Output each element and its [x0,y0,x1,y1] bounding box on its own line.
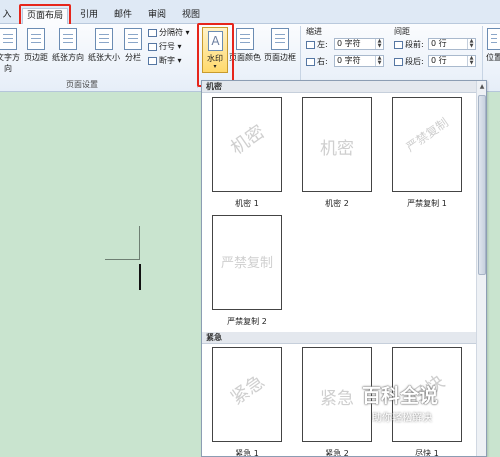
orientation-label: 纸张方向 [52,53,84,62]
spacing-after-icon [394,57,403,66]
highlight-watermark-button [197,23,234,87]
spacing-title: 间距 [394,27,410,36]
spin-arrows-icon[interactable]: ▲ ▼ [467,39,475,49]
margin-crop-mark [105,259,140,260]
indent-right-label: 右: [306,56,328,67]
group-separator [482,26,483,88]
group-label-page-setup: 页面设置 [66,80,98,89]
breaks-label: 分隔符 [159,28,183,37]
line-numbers-label: 行号 [159,42,175,51]
tab-mailings[interactable]: 邮件 [110,8,136,24]
position-icon [487,28,500,50]
logo-title: 百科全说 [362,385,439,407]
text-direction-icon [0,28,17,50]
spacing-after-label: 段后: [394,56,424,67]
watermark-option-confidential-1[interactable]: 机密 [212,97,282,192]
orientation-button[interactable]: 纸张方向 [50,28,86,63]
option-caption: 紧急 1 [235,449,259,457]
line-numbers-icon [148,42,157,51]
highlight-page-layout-tab [19,4,71,26]
indent-right-input[interactable]: 0 字符 ▲ ▼ [334,55,384,67]
position-button[interactable]: 位置 [484,28,500,63]
position-label: 位置 [486,53,500,62]
breaks-icon [148,28,157,37]
watermark-preview-text: 严禁复制 [403,115,451,155]
spin-arrows-icon[interactable]: ▲ ▼ [375,39,383,49]
watermark-preview-text: 严禁复制 [220,256,273,271]
orientation-icon [59,28,77,50]
group-separator [300,26,301,88]
tab-insert[interactable]: 入 [0,8,14,24]
page-borders-icon [271,28,289,50]
logo-tagline: 助你轻松解决 [372,413,432,424]
columns-button[interactable]: 分栏 [122,28,144,63]
margins-label: 页边距 [24,53,48,62]
option-caption: 紧急 2 [325,449,349,457]
tab-review[interactable]: 审阅 [144,8,170,24]
line-numbers-button[interactable]: 行号 ▾ [148,41,182,52]
margins-icon [27,28,45,50]
columns-icon [124,28,142,50]
watermark-option-do-not-copy-2[interactable]: 严禁复制 [212,215,282,310]
margin-crop-mark [139,226,140,259]
indent-left-icon [306,40,315,49]
text-direction-button[interactable]: 文字方向 [0,28,22,74]
indent-title: 缩进 [306,27,322,36]
tab-view[interactable]: 视图 [178,8,204,24]
spin-arrows-icon[interactable]: ▲ ▼ [375,56,383,66]
spin-arrows-icon[interactable]: ▲ ▼ [467,56,475,66]
scrollbar-thumb[interactable] [478,95,486,275]
spacing-before-icon [394,40,403,49]
page-color-icon [236,28,254,50]
option-caption: 严禁复制 1 [407,199,447,208]
page-borders-button[interactable]: 页面边框 [262,28,298,63]
watermark-option-do-not-copy-1[interactable]: 严禁复制 [392,97,462,192]
columns-label: 分栏 [125,53,141,62]
watermark-option-confidential-2[interactable]: 机密 [302,97,372,192]
option-caption: 机密 2 [325,199,349,208]
paper-size-icon [95,28,113,50]
margins-button[interactable]: 页边距 [22,28,50,63]
breaks-button[interactable]: 分隔符 ▾ [148,27,190,38]
section-header-confidential: 机密 [202,81,476,93]
text-cursor [139,264,141,290]
watermark-option-urgent-1[interactable]: 紧急 [212,347,282,442]
indent-right-icon [306,57,315,66]
hyphenation-icon [148,56,157,65]
site-logo: 百科全说 助你轻松解决 [362,381,462,429]
option-caption: 尽快 1 [415,449,439,457]
tab-references[interactable]: 引用 [76,8,102,24]
size-label: 纸张大小 [88,53,120,62]
watermark-preview-text: 机密 [320,139,354,159]
option-caption: 机密 1 [235,199,259,208]
ribbon-tab-row: 入 页面布局 引用 邮件 审阅 视图 [0,6,500,24]
watermark-preview-text: 机密 [227,121,269,160]
section-header-urgent: 紧急 [202,332,476,344]
watermark-preview-text: 紧急 [227,371,269,410]
spacing-before-label: 段前: [394,39,424,50]
page-borders-label: 页面边框 [264,53,296,62]
hyphenation-label: 断字 [159,56,175,65]
hyphenation-button[interactable]: 断字 ▾ [148,55,182,66]
indent-left-label: 左: [306,39,328,50]
size-button[interactable]: 纸张大小 [86,28,122,63]
option-caption: 严禁复制 2 [227,317,267,326]
scroll-up-icon[interactable]: ▲ [478,82,486,92]
spacing-before-input[interactable]: 0 行 ▲ ▼ [428,38,476,50]
spacing-after-input[interactable]: 0 行 ▲ ▼ [428,55,476,67]
text-direction-label: 文字方向 [0,53,20,73]
watermark-preview-text: 紧急 [320,389,354,409]
indent-left-input[interactable]: 0 字符 ▲ ▼ [334,38,384,50]
gallery-scrollbar[interactable]: ▲ [476,81,486,456]
